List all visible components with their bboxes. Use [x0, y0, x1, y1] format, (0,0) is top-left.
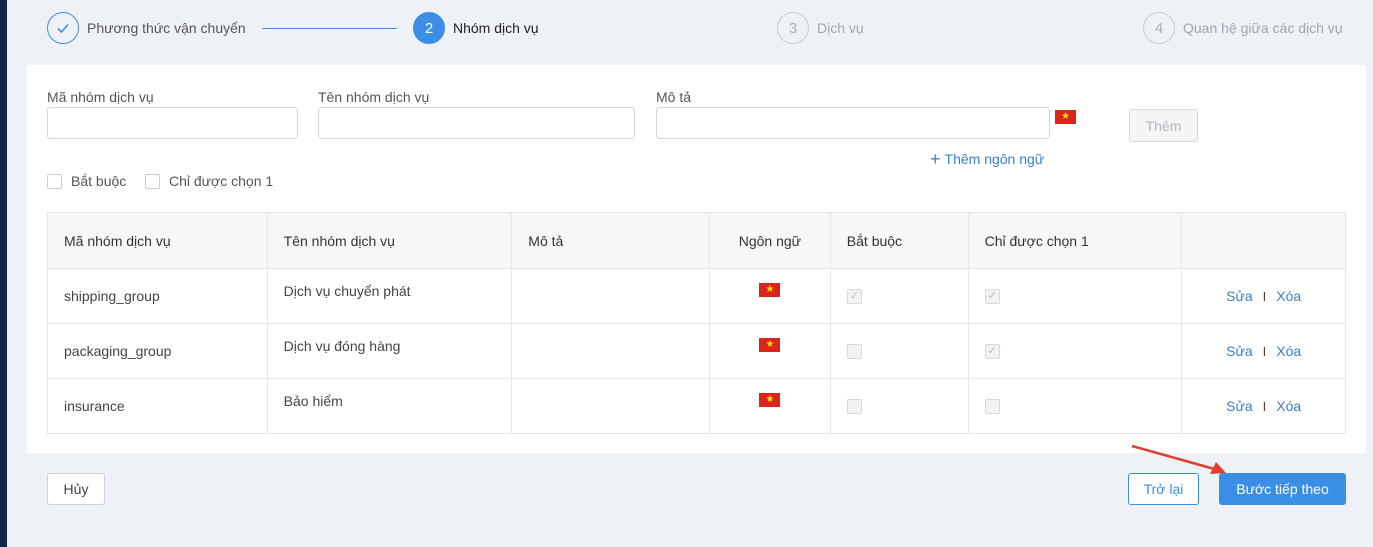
- add-language-label: Thêm ngôn ngữ: [944, 151, 1045, 167]
- row-name: Dịch vụ chuyển phát: [266, 269, 512, 323]
- row-code: packaging_group: [64, 343, 172, 359]
- header-required: Bắt buộc: [829, 213, 968, 268]
- step-connector-line: [262, 28, 397, 29]
- plus-icon: +: [930, 149, 941, 169]
- step-4-label: Quan hệ giữa các dịch vụ: [1183, 20, 1343, 36]
- row-name: Bảo hiểm: [266, 379, 512, 433]
- header-code: Mã nhóm dịch vụ: [64, 232, 171, 249]
- single-choice-checkbox-label: Chỉ được chọn 1: [169, 173, 274, 189]
- row-single-choice: ✓: [967, 269, 1182, 323]
- stepper: Phương thức vận chuyển 2 Nhóm dịch vụ 3 …: [47, 12, 1347, 45]
- header-description: Mô tả: [511, 213, 709, 268]
- table-row: insurance Bảo hiểm Sửa I Xóa: [48, 378, 1345, 433]
- vietnam-flag-icon[interactable]: [1055, 108, 1076, 126]
- row-required: [829, 324, 968, 378]
- single-choice-checkbox-unchecked: [984, 398, 1000, 414]
- row-required: [829, 379, 968, 433]
- add-language-link[interactable]: + Thêm ngôn ngữ: [930, 149, 1045, 169]
- step-1-label: Phương thức vận chuyển: [87, 20, 246, 36]
- check-icon: ✓: [987, 344, 997, 357]
- vietnam-flag-icon: [759, 336, 781, 354]
- step-2-number: 2: [413, 12, 445, 44]
- single-choice-checkbox-checked: ✓: [984, 343, 1000, 359]
- name-label: Tên nhóm dịch vụ: [318, 89, 430, 105]
- required-checkbox[interactable]: [47, 173, 62, 189]
- left-sidebar-edge: [0, 0, 7, 547]
- header-actions: [1181, 213, 1345, 268]
- check-icon: ✓: [987, 289, 997, 302]
- add-button[interactable]: Thêm: [1129, 109, 1198, 142]
- row-required: ✓: [829, 269, 968, 323]
- required-checkbox-label: Bắt buộc: [71, 173, 127, 189]
- edit-link[interactable]: Sửa: [1226, 288, 1253, 304]
- header-single-choice: Chỉ được chọn 1: [967, 213, 1182, 268]
- code-label: Mã nhóm dịch vụ: [47, 89, 154, 105]
- header-language: Ngôn ngữ: [709, 213, 830, 268]
- row-name: Dịch vụ đóng hàng: [266, 324, 512, 378]
- action-separator: I: [1262, 343, 1267, 359]
- row-actions: Sửa I Xóa: [1181, 379, 1345, 433]
- row-description: [511, 324, 709, 378]
- step-2-label: Nhóm dịch vụ: [453, 20, 539, 36]
- table-header-row: Mã nhóm dịch vụ Tên nhóm dịch vụ Mô tả N…: [48, 213, 1345, 268]
- step-4[interactable]: 4 Quan hệ giữa các dịch vụ: [1143, 12, 1343, 44]
- step-1[interactable]: Phương thức vận chuyển: [47, 12, 246, 44]
- delete-link[interactable]: Xóa: [1276, 398, 1301, 414]
- delete-link[interactable]: Xóa: [1276, 288, 1301, 304]
- row-single-choice: [967, 379, 1182, 433]
- step-3-label: Dịch vụ: [817, 20, 864, 36]
- single-choice-checkbox-checked: ✓: [984, 288, 1000, 304]
- single-choice-checkbox-group[interactable]: Chỉ được chọn 1: [145, 173, 273, 189]
- description-input[interactable]: [656, 107, 1050, 139]
- required-checkbox-group[interactable]: Bắt buộc: [47, 173, 126, 189]
- check-icon: [47, 12, 79, 44]
- vietnam-flag-icon: [759, 391, 781, 409]
- row-language: [709, 379, 830, 433]
- header-name: Tên nhóm dịch vụ: [266, 213, 512, 268]
- row-code: shipping_group: [64, 288, 160, 304]
- action-separator: I: [1262, 288, 1267, 304]
- required-checkbox-checked: ✓: [846, 288, 862, 304]
- row-description: [511, 269, 709, 323]
- row-language: [709, 269, 830, 323]
- action-separator: I: [1262, 398, 1267, 414]
- name-input[interactable]: [318, 107, 635, 139]
- row-single-choice: ✓: [967, 324, 1182, 378]
- row-description: [511, 379, 709, 433]
- red-arrow-icon: [1131, 444, 1226, 474]
- step-3[interactable]: 3 Dịch vụ: [777, 12, 864, 44]
- service-group-card: Mã nhóm dịch vụ Tên nhóm dịch vụ Mô tả T…: [27, 65, 1366, 453]
- row-language: [709, 324, 830, 378]
- required-checkbox-unchecked: [846, 398, 862, 414]
- description-label: Mô tả: [656, 89, 692, 105]
- edit-link[interactable]: Sửa: [1226, 343, 1253, 359]
- table-row: shipping_group Dịch vụ chuyển phát ✓ ✓ S…: [48, 268, 1345, 323]
- table-row: packaging_group Dịch vụ đóng hàng ✓ Sửa …: [48, 323, 1345, 378]
- required-checkbox-unchecked: [846, 343, 862, 359]
- vietnam-flag-icon: [759, 281, 781, 299]
- row-actions: Sửa I Xóa: [1181, 269, 1345, 323]
- step-3-number: 3: [777, 12, 809, 44]
- step-4-number: 4: [1143, 12, 1175, 44]
- row-code: insurance: [64, 398, 125, 414]
- row-actions: Sửa I Xóa: [1181, 324, 1345, 378]
- delete-link[interactable]: Xóa: [1276, 343, 1301, 359]
- code-input[interactable]: [47, 107, 298, 139]
- step-2[interactable]: 2 Nhóm dịch vụ: [413, 12, 539, 44]
- cancel-button[interactable]: Hủy: [47, 473, 105, 505]
- service-group-table: Mã nhóm dịch vụ Tên nhóm dịch vụ Mô tả N…: [47, 212, 1346, 434]
- check-icon: ✓: [849, 289, 859, 302]
- single-choice-checkbox[interactable]: [145, 173, 160, 189]
- next-step-button[interactable]: Bước tiếp theo: [1219, 473, 1346, 505]
- edit-link[interactable]: Sửa: [1226, 398, 1253, 414]
